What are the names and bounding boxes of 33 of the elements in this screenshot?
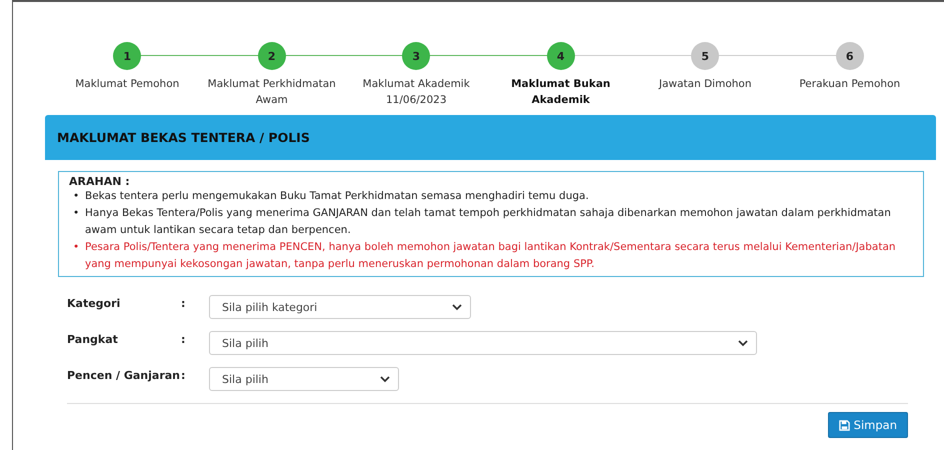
step-label: Jawatan Dimohon <box>659 77 752 92</box>
notice-item: Hanya Bekas Tentera/Polis yang menerima GANJARAN dan telah tamat tempoh perkhidmatan sahaja dibenarkan memohon jawatan dalam perkhidmatan awam untuk lantikan secara tetap dan berpencen. <box>85 206 892 238</box>
colon-separator: : <box>181 332 186 346</box>
chevron-down-icon <box>738 340 748 346</box>
save-button[interactable]: Simpan <box>828 412 908 438</box>
step-label: Maklumat Perkhidmatan Awam <box>206 77 337 108</box>
colon-separator: : <box>181 368 186 382</box>
chevron-down-icon <box>452 304 462 310</box>
chevron-down-icon <box>380 376 390 382</box>
notice-heading: ARAHAN : <box>69 175 131 188</box>
step-circle[interactable]: 4 <box>546 42 575 70</box>
bullet-mark: • <box>73 189 80 204</box>
bullet-mark: • <box>73 240 80 255</box>
step-circle[interactable]: 3 <box>402 42 430 70</box>
step-circle[interactable]: 2 <box>258 42 286 70</box>
field-label: Kategori <box>67 296 122 310</box>
step-circle[interactable]: 6 <box>836 42 864 70</box>
bullet-mark: • <box>73 206 80 221</box>
notice-item: Bekas tentera perlu mengemukakan Buku Tamat Perkhidmatan semasa menghadiri temu duga. <box>85 189 590 204</box>
field-label: Pangkat <box>67 332 119 346</box>
select-field[interactable]: Sila pilih <box>209 367 399 391</box>
step-label: Maklumat Bukan Akademik <box>510 77 612 108</box>
step-circle[interactable]: 1 <box>113 42 142 70</box>
colon-separator: : <box>181 296 186 310</box>
step-label: Maklumat Pemohon <box>75 77 180 92</box>
step-label: Perakuan Pemohon <box>799 77 900 92</box>
field-label: Pencen / Ganjaran <box>67 368 181 382</box>
select-field[interactable]: Sila pilih kategori <box>209 295 471 319</box>
step-label: Maklumat Akademik 11/06/2023 <box>362 77 471 108</box>
step-circle[interactable]: 5 <box>691 42 720 70</box>
notice-item: Pesara Polis/Tentera yang menerima PENCEN, hanya boleh memohon jawatan bagi lantikan Kontrak/Sementara secara terus melalui Kementerian/Jabatan yang mempunyai kekosongan jawatan, tanpa perlu meneruskan permohonan dalam borang SPP. <box>85 240 897 272</box>
select-field[interactable]: Sila pilih <box>209 331 757 355</box>
section-title: MAKLUMAT BEKAS TENTERA / POLIS <box>57 130 310 145</box>
